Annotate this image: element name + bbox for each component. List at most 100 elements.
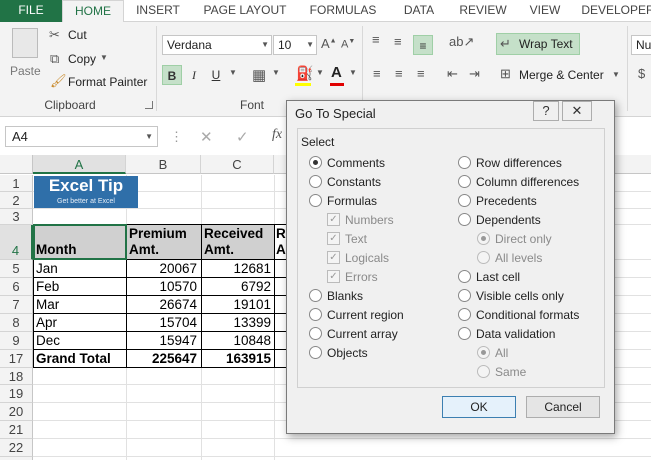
cut-button[interactable]: Cut bbox=[68, 28, 87, 42]
option-column-differences[interactable]: Column differences bbox=[458, 174, 579, 190]
option-direct-only[interactable]: Direct only bbox=[477, 231, 552, 247]
tab-insert[interactable]: INSERT bbox=[124, 0, 192, 22]
option-dependents[interactable]: Dependents bbox=[458, 212, 541, 228]
option-current-region[interactable]: Current region bbox=[309, 307, 404, 323]
row-header[interactable]: 21 bbox=[0, 421, 33, 439]
close-button[interactable]: ✕ bbox=[562, 101, 592, 121]
insert-function-icon[interactable]: fx bbox=[272, 127, 282, 143]
option-errors[interactable]: ✓ Errors bbox=[327, 269, 378, 285]
font-color-icon[interactable]: A bbox=[331, 64, 342, 81]
copy-dropdown-icon[interactable]: ▼ bbox=[100, 53, 108, 62]
cell-month[interactable]: Apr bbox=[36, 314, 57, 332]
fill-dropdown-icon[interactable]: ▼ bbox=[316, 68, 324, 77]
column-header-b[interactable]: B bbox=[126, 155, 201, 174]
tab-view[interactable]: VIEW bbox=[516, 0, 574, 22]
row-header[interactable]: 18 bbox=[0, 368, 33, 385]
option-logicals[interactable]: ✓ Logicals bbox=[327, 250, 389, 266]
italic-button[interactable]: I bbox=[184, 65, 204, 85]
paste-button[interactable]: Paste bbox=[10, 64, 41, 78]
tab-data[interactable]: DATA bbox=[388, 0, 450, 22]
column-header-a[interactable]: A bbox=[33, 155, 126, 174]
format-painter-button[interactable]: Format Painter bbox=[68, 75, 147, 89]
underline-button[interactable]: U bbox=[206, 65, 226, 85]
bold-button[interactable]: B bbox=[162, 65, 182, 85]
tab-developer[interactable]: DEVELOPER bbox=[574, 0, 651, 22]
borders-dropdown-icon[interactable]: ▼ bbox=[272, 68, 280, 77]
option-constants[interactable]: Constants bbox=[309, 174, 381, 190]
cell-received[interactable]: 19101 bbox=[201, 296, 271, 314]
cell-month[interactable]: Jan bbox=[36, 260, 58, 278]
cancel-button[interactable]: Cancel bbox=[526, 396, 600, 418]
option-conditional-formats[interactable]: Conditional formats bbox=[458, 307, 579, 323]
option-blanks[interactable]: Blanks bbox=[309, 288, 363, 304]
row-header[interactable]: 1 bbox=[0, 175, 33, 192]
align-top-icon[interactable]: ≡ bbox=[372, 32, 380, 47]
cell-received[interactable]: 13399 bbox=[201, 314, 271, 332]
row-header[interactable]: 2 bbox=[0, 192, 33, 209]
paste-icon[interactable] bbox=[12, 28, 38, 58]
row-header[interactable]: 6 bbox=[0, 278, 33, 296]
increase-indent-icon[interactable]: ⇥ bbox=[469, 66, 480, 82]
copy-button[interactable]: Copy bbox=[68, 52, 96, 66]
option-all-levels[interactable]: All levels bbox=[477, 250, 542, 266]
number-format-combo[interactable]: Nu bbox=[631, 35, 651, 55]
cancel-formula-icon[interactable]: ✕ bbox=[200, 128, 213, 146]
option-current-array[interactable]: Current array bbox=[309, 326, 398, 342]
merge-center-icon[interactable]: ⊞ bbox=[500, 66, 511, 82]
row-header[interactable]: 20 bbox=[0, 403, 33, 421]
shrink-font-icon[interactable]: A▼ bbox=[341, 38, 355, 51]
row-header[interactable]: 9 bbox=[0, 332, 33, 350]
option-same[interactable]: Same bbox=[477, 364, 526, 380]
option-comments[interactable]: Comments bbox=[309, 155, 385, 171]
ok-button[interactable]: OK bbox=[442, 396, 516, 418]
cell-received[interactable]: 6792 bbox=[201, 278, 271, 296]
currency-icon[interactable]: $ bbox=[638, 66, 645, 81]
option-text[interactable]: ✓ Text bbox=[327, 231, 367, 247]
cell-received[interactable]: 10848 bbox=[201, 332, 271, 350]
cell-premium[interactable]: 10570 bbox=[126, 278, 197, 296]
borders-icon[interactable]: ▦ bbox=[252, 66, 266, 84]
decrease-indent-icon[interactable]: ⇤ bbox=[447, 66, 458, 82]
align-right-icon[interactable]: ≡ bbox=[417, 66, 425, 81]
align-middle-icon[interactable]: ≡ bbox=[394, 34, 402, 49]
align-bottom-icon[interactable]: ≡ bbox=[413, 35, 433, 55]
option-data-validation[interactable]: Data validation bbox=[458, 326, 555, 342]
option-formulas[interactable]: Formulas bbox=[309, 193, 377, 209]
cell-received[interactable]: 12681 bbox=[201, 260, 271, 278]
row-header[interactable]: 5 bbox=[0, 260, 33, 278]
font-color-dropdown-icon[interactable]: ▼ bbox=[349, 68, 357, 77]
row-header[interactable]: 7 bbox=[0, 296, 33, 314]
underline-dropdown-icon[interactable]: ▼ bbox=[229, 68, 237, 77]
tab-file[interactable]: FILE bbox=[0, 0, 62, 22]
option-last-cell[interactable]: Last cell bbox=[458, 269, 520, 285]
clipboard-launcher-icon[interactable] bbox=[145, 101, 153, 109]
cell-premium[interactable]: 15947 bbox=[126, 332, 197, 350]
cell-month[interactable]: Mar bbox=[36, 296, 59, 314]
row-header[interactable]: 17 bbox=[0, 350, 33, 368]
option-visible-cells-only[interactable]: Visible cells only bbox=[458, 288, 564, 304]
row-header[interactable]: 19 bbox=[0, 385, 33, 403]
option-numbers[interactable]: ✓ Numbers bbox=[327, 212, 394, 228]
cell-premium[interactable]: 20067 bbox=[126, 260, 197, 278]
wrap-text-button[interactable]: ↵ Wrap Text bbox=[496, 33, 580, 55]
orientation-icon[interactable]: ab↗ bbox=[449, 34, 474, 50]
cell-grand-total-received[interactable]: 163915 bbox=[201, 350, 271, 368]
tab-page-layout[interactable]: PAGE LAYOUT bbox=[192, 0, 298, 22]
row-header[interactable]: 22 bbox=[0, 439, 33, 457]
cell-month[interactable]: Dec bbox=[36, 332, 60, 350]
help-button[interactable]: ? bbox=[533, 101, 559, 121]
fill-color-icon[interactable]: ⛽ bbox=[296, 65, 313, 82]
cell-month[interactable]: Feb bbox=[36, 278, 59, 296]
merge-center-button[interactable]: Merge & Center bbox=[519, 68, 604, 82]
align-center-icon[interactable]: ≡ bbox=[395, 66, 403, 81]
grow-font-icon[interactable]: A▲ bbox=[321, 36, 337, 51]
font-size-combo[interactable]: 10 ▼ bbox=[273, 35, 317, 55]
option-precedents[interactable]: Precedents bbox=[458, 193, 537, 209]
tab-formulas[interactable]: FORMULAS bbox=[298, 0, 388, 22]
row-header[interactable]: 8 bbox=[0, 314, 33, 332]
cell-grand-total-label[interactable]: Grand Total bbox=[36, 350, 111, 368]
cell-premium[interactable]: 26674 bbox=[126, 296, 197, 314]
column-header-c[interactable]: C bbox=[201, 155, 274, 174]
enter-formula-icon[interactable]: ✓ bbox=[236, 128, 249, 146]
merge-dropdown-icon[interactable]: ▼ bbox=[612, 70, 620, 79]
